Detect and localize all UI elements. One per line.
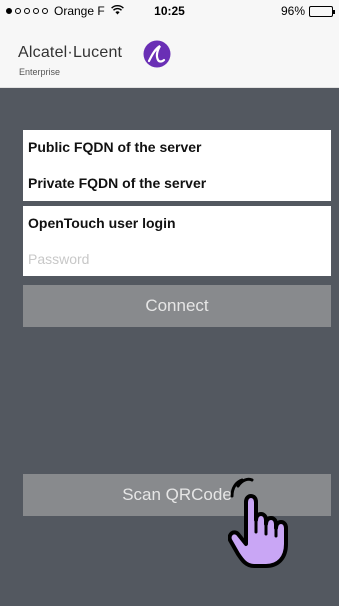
connect-button[interactable]: Connect: [23, 285, 331, 327]
credential-fields: OpenTouch user login Password: [23, 206, 331, 276]
app-header: Alcatel·Lucent Enterprise: [0, 22, 339, 88]
battery-area: 96%: [280, 4, 335, 18]
login-panel: Public FQDN of the server Private FQDN o…: [0, 88, 339, 606]
server-fields: Public FQDN of the server Private FQDN o…: [23, 130, 331, 201]
battery-icon: [309, 5, 335, 17]
private-fqdn-input[interactable]: Private FQDN of the server: [23, 166, 331, 201]
login-input[interactable]: OpenTouch user login: [23, 206, 331, 241]
brand-logo-icon: [143, 40, 171, 68]
brand-name: Alcatel·Lucent: [18, 44, 123, 61]
hand-pointer-icon: [228, 477, 288, 568]
password-input[interactable]: Password: [23, 242, 331, 277]
status-bar: Orange F 10:25 96%: [0, 0, 339, 22]
brand-subtitle: Enterprise: [19, 67, 61, 77]
battery-percent: 96%: [280, 4, 305, 18]
public-fqdn-input[interactable]: Public FQDN of the server: [23, 130, 331, 165]
